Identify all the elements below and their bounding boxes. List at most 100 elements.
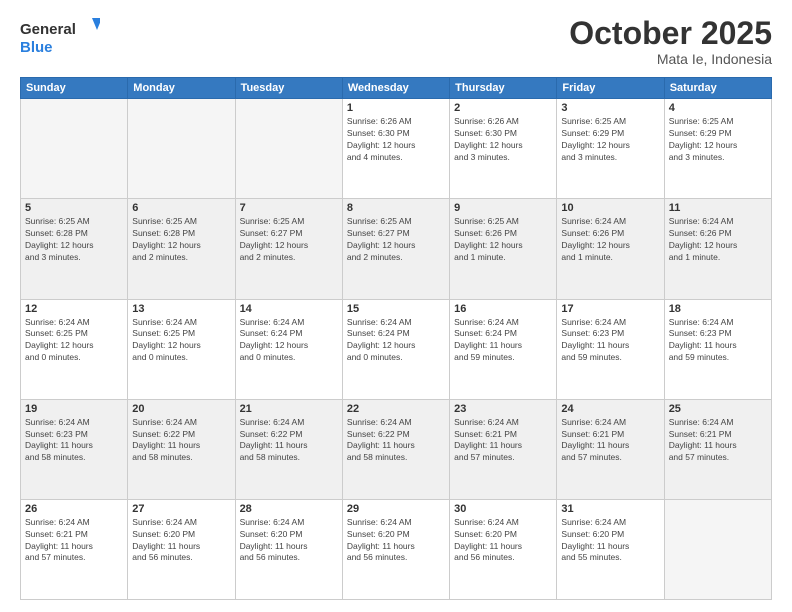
day-info: Sunrise: 6:25 AMSunset: 6:28 PMDaylight:… [132, 216, 230, 264]
day-number: 4 [669, 102, 767, 114]
calendar-cell: 27 Sunrise: 6:24 AMSunset: 6:20 PMDayligh… [128, 499, 235, 599]
day-number: 19 [25, 403, 123, 415]
day-info: Sunrise: 6:24 AMSunset: 6:21 PMDaylight:… [454, 417, 552, 465]
day-info: Sunrise: 6:24 AMSunset: 6:24 PMDaylight:… [454, 317, 552, 365]
calendar-cell: 4 Sunrise: 6:25 AMSunset: 6:29 PMDaylight… [664, 99, 771, 199]
calendar-cell: 12 Sunrise: 6:24 AMSunset: 6:25 PMDayligh… [21, 299, 128, 399]
day-number: 27 [132, 503, 230, 515]
weekday-header-sunday: Sunday [21, 78, 128, 99]
calendar-cell [664, 499, 771, 599]
day-info: Sunrise: 6:24 AMSunset: 6:23 PMDaylight:… [561, 317, 659, 365]
day-info: Sunrise: 6:25 AMSunset: 6:26 PMDaylight:… [454, 216, 552, 264]
header: General Blue October 2025 Mata Ie, Indon… [20, 16, 772, 67]
svg-text:Blue: Blue [20, 39, 53, 56]
day-number: 5 [25, 202, 123, 214]
day-info: Sunrise: 6:25 AMSunset: 6:28 PMDaylight:… [25, 216, 123, 264]
day-info: Sunrise: 6:25 AMSunset: 6:29 PMDaylight:… [561, 116, 659, 164]
calendar-cell: 10 Sunrise: 6:24 AMSunset: 6:26 PMDayligh… [557, 199, 664, 299]
day-info: Sunrise: 6:24 AMSunset: 6:21 PMDaylight:… [561, 417, 659, 465]
month-title: October 2025 [569, 16, 772, 51]
location-subtitle: Mata Ie, Indonesia [569, 51, 772, 67]
day-info: Sunrise: 6:24 AMSunset: 6:26 PMDaylight:… [561, 216, 659, 264]
calendar-week-row: 12 Sunrise: 6:24 AMSunset: 6:25 PMDayligh… [21, 299, 772, 399]
calendar-cell: 24 Sunrise: 6:24 AMSunset: 6:21 PMDayligh… [557, 399, 664, 499]
day-number: 14 [240, 303, 338, 315]
day-number: 16 [454, 303, 552, 315]
day-info: Sunrise: 6:24 AMSunset: 6:22 PMDaylight:… [132, 417, 230, 465]
weekday-header-row: SundayMondayTuesdayWednesdayThursdayFrid… [21, 78, 772, 99]
calendar-cell: 31Sunrise: 6:24 AMSunset: 6:20 PMDayligh… [557, 499, 664, 599]
calendar-cell: 21Sunrise: 6:24 AMSunset: 6:22 PMDayligh… [235, 399, 342, 499]
day-info: Sunrise: 6:25 AMSunset: 6:29 PMDaylight:… [669, 116, 767, 164]
calendar-week-row: 1Sunrise: 6:26 AMSunset: 6:30 PMDaylight… [21, 99, 772, 199]
day-info: Sunrise: 6:24 AMSunset: 6:20 PMDaylight:… [561, 517, 659, 565]
calendar-week-row: 5 Sunrise: 6:25 AMSunset: 6:28 PMDaylight… [21, 199, 772, 299]
weekday-header-saturday: Saturday [664, 78, 771, 99]
calendar-cell: 8Sunrise: 6:25 AMSunset: 6:27 PMDaylight… [342, 199, 449, 299]
day-info: Sunrise: 6:24 AMSunset: 6:25 PMDaylight:… [25, 317, 123, 365]
calendar-cell [21, 99, 128, 199]
calendar-cell [235, 99, 342, 199]
day-info: Sunrise: 6:24 AMSunset: 6:21 PMDaylight:… [25, 517, 123, 565]
day-info: Sunrise: 6:24 AMSunset: 6:23 PMDaylight:… [25, 417, 123, 465]
page: General Blue October 2025 Mata Ie, Indon… [0, 0, 792, 612]
day-info: Sunrise: 6:24 AMSunset: 6:24 PMDaylight:… [347, 317, 445, 365]
calendar-cell: 22Sunrise: 6:24 AMSunset: 6:22 PMDayligh… [342, 399, 449, 499]
calendar-cell: 9 Sunrise: 6:25 AMSunset: 6:26 PMDaylight… [450, 199, 557, 299]
day-info: Sunrise: 6:24 AMSunset: 6:22 PMDaylight:… [347, 417, 445, 465]
calendar-cell: 6 Sunrise: 6:25 AMSunset: 6:28 PMDaylight… [128, 199, 235, 299]
day-info: Sunrise: 6:24 AMSunset: 6:21 PMDaylight:… [669, 417, 767, 465]
day-number: 12 [25, 303, 123, 315]
day-number: 23 [454, 403, 552, 415]
calendar-cell: 15Sunrise: 6:24 AMSunset: 6:24 PMDayligh… [342, 299, 449, 399]
day-number: 21 [240, 403, 338, 415]
calendar-cell: 2Sunrise: 6:26 AMSunset: 6:30 PMDaylight… [450, 99, 557, 199]
day-number: 7 [240, 202, 338, 214]
day-number: 29 [347, 503, 445, 515]
day-number: 20 [132, 403, 230, 415]
calendar-cell: 3 Sunrise: 6:25 AMSunset: 6:29 PMDaylight… [557, 99, 664, 199]
calendar-cell: 11 Sunrise: 6:24 AMSunset: 6:26 PMDayligh… [664, 199, 771, 299]
day-info: Sunrise: 6:24 AMSunset: 6:20 PMDaylight:… [132, 517, 230, 565]
calendar-cell: 29Sunrise: 6:24 AMSunset: 6:20 PMDayligh… [342, 499, 449, 599]
calendar-cell: 26 Sunrise: 6:24 AMSunset: 6:21 PMDayligh… [21, 499, 128, 599]
logo-svg: General Blue [20, 16, 100, 60]
day-number: 18 [669, 303, 767, 315]
day-number: 6 [132, 202, 230, 214]
day-info: Sunrise: 6:24 AMSunset: 6:24 PMDaylight:… [240, 317, 338, 365]
day-number: 13 [132, 303, 230, 315]
calendar-cell: 13 Sunrise: 6:24 AMSunset: 6:25 PMDayligh… [128, 299, 235, 399]
calendar-cell: 1Sunrise: 6:26 AMSunset: 6:30 PMDaylight… [342, 99, 449, 199]
day-number: 9 [454, 202, 552, 214]
day-number: 8 [347, 202, 445, 214]
day-info: Sunrise: 6:24 AMSunset: 6:20 PMDaylight:… [454, 517, 552, 565]
weekday-header-tuesday: Tuesday [235, 78, 342, 99]
day-number: 24 [561, 403, 659, 415]
calendar-cell: 14 Sunrise: 6:24 AMSunset: 6:24 PMDayligh… [235, 299, 342, 399]
calendar-cell: 5 Sunrise: 6:25 AMSunset: 6:28 PMDaylight… [21, 199, 128, 299]
day-number: 28 [240, 503, 338, 515]
day-info: Sunrise: 6:24 AMSunset: 6:20 PMDaylight:… [240, 517, 338, 565]
calendar-cell: 18 Sunrise: 6:24 AMSunset: 6:23 PMDayligh… [664, 299, 771, 399]
weekday-header-wednesday: Wednesday [342, 78, 449, 99]
day-number: 11 [669, 202, 767, 214]
day-number: 26 [25, 503, 123, 515]
day-number: 10 [561, 202, 659, 214]
calendar-cell: 16 Sunrise: 6:24 AMSunset: 6:24 PMDayligh… [450, 299, 557, 399]
calendar-cell: 7 Sunrise: 6:25 AMSunset: 6:27 PMDaylight… [235, 199, 342, 299]
weekday-header-monday: Monday [128, 78, 235, 99]
title-block: October 2025 Mata Ie, Indonesia [569, 16, 772, 67]
weekday-header-friday: Friday [557, 78, 664, 99]
day-info: Sunrise: 6:25 AMSunset: 6:27 PMDaylight:… [240, 216, 338, 264]
day-number: 30 [454, 503, 552, 515]
day-info: Sunrise: 6:24 AMSunset: 6:23 PMDaylight:… [669, 317, 767, 365]
day-info: Sunrise: 6:24 AMSunset: 6:25 PMDaylight:… [132, 317, 230, 365]
calendar-cell [128, 99, 235, 199]
day-number: 3 [561, 102, 659, 114]
day-info: Sunrise: 6:26 AMSunset: 6:30 PMDaylight:… [454, 116, 552, 164]
day-info: Sunrise: 6:24 AMSunset: 6:26 PMDaylight:… [669, 216, 767, 264]
logo: General Blue [20, 16, 100, 60]
calendar-week-row: 26 Sunrise: 6:24 AMSunset: 6:21 PMDayligh… [21, 499, 772, 599]
day-number: 25 [669, 403, 767, 415]
calendar-cell: 25 Sunrise: 6:24 AMSunset: 6:21 PMDayligh… [664, 399, 771, 499]
